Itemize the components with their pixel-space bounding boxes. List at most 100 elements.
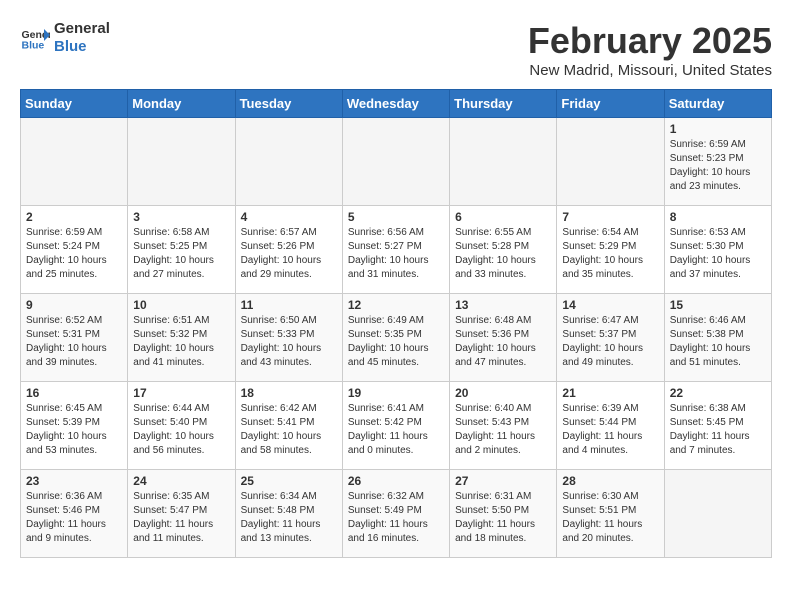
calendar-header-row: SundayMondayTuesdayWednesdayThursdayFrid…	[21, 90, 772, 118]
day-info: Sunrise: 6:52 AM Sunset: 5:31 PM Dayligh…	[26, 314, 122, 370]
calendar-day-cell	[342, 118, 449, 206]
day-number: 7	[562, 210, 658, 224]
day-number: 10	[133, 298, 229, 312]
calendar-day-cell: 28Sunrise: 6:30 AM Sunset: 5:51 PM Dayli…	[557, 470, 664, 558]
logo-text-blue: Blue	[54, 38, 110, 56]
day-number: 16	[26, 386, 122, 400]
day-info: Sunrise: 6:41 AM Sunset: 5:42 PM Dayligh…	[348, 402, 444, 458]
day-info: Sunrise: 6:44 AM Sunset: 5:40 PM Dayligh…	[133, 402, 229, 458]
calendar-day-cell: 2 Sunrise: 6:59 AM Sunset: 5:24 PM Daylig…	[21, 206, 128, 294]
day-of-week-header: Sunday	[21, 90, 128, 118]
day-info: Sunrise: 6:31 AM Sunset: 5:50 PM Dayligh…	[455, 490, 551, 546]
calendar-day-cell	[21, 118, 128, 206]
calendar-day-cell: 11 Sunrise: 6:50 AM Sunset: 5:33 PM Dayli…	[235, 294, 342, 382]
day-number: 15	[670, 298, 766, 312]
day-number: 25	[241, 474, 337, 488]
calendar-day-cell: 22 Sunrise: 6:38 AM Sunset: 5:45 PM Dayli…	[664, 382, 771, 470]
calendar-week-row: 9 Sunrise: 6:52 AM Sunset: 5:31 PM Daylig…	[21, 294, 772, 382]
calendar-day-cell	[450, 118, 557, 206]
day-number: 6	[455, 210, 551, 224]
calendar-day-cell: 10 Sunrise: 6:51 AM Sunset: 5:32 PM Dayli…	[128, 294, 235, 382]
calendar-day-cell	[557, 118, 664, 206]
day-info: Sunrise: 6:59 AM Sunset: 5:23 PM Dayligh…	[670, 138, 766, 194]
day-of-week-header: Thursday	[450, 90, 557, 118]
calendar-day-cell	[235, 118, 342, 206]
calendar-week-row: 1 Sunrise: 6:59 AM Sunset: 5:23 PM Daylig…	[21, 118, 772, 206]
day-info: Sunrise: 6:53 AM Sunset: 5:30 PM Dayligh…	[670, 226, 766, 282]
day-number: 19	[348, 386, 444, 400]
calendar-day-cell: 20 Sunrise: 6:40 AM Sunset: 5:43 PM Dayli…	[450, 382, 557, 470]
day-number: 2	[26, 210, 122, 224]
day-number: 11	[241, 298, 337, 312]
day-of-week-header: Friday	[557, 90, 664, 118]
calendar-day-cell: 13Sunrise: 6:48 AM Sunset: 5:36 PM Dayli…	[450, 294, 557, 382]
calendar-day-cell: 1 Sunrise: 6:59 AM Sunset: 5:23 PM Daylig…	[664, 118, 771, 206]
svg-text:Blue: Blue	[22, 40, 45, 52]
day-number: 3	[133, 210, 229, 224]
day-of-week-header: Saturday	[664, 90, 771, 118]
day-info: Sunrise: 6:56 AM Sunset: 5:27 PM Dayligh…	[348, 226, 444, 282]
day-number: 23	[26, 474, 122, 488]
day-of-week-header: Tuesday	[235, 90, 342, 118]
calendar-day-cell: 18Sunrise: 6:42 AM Sunset: 5:41 PM Dayli…	[235, 382, 342, 470]
day-number: 8	[670, 210, 766, 224]
day-info: Sunrise: 6:47 AM Sunset: 5:37 PM Dayligh…	[562, 314, 658, 370]
calendar-location: New Madrid, Missouri, United States	[528, 62, 772, 79]
calendar-day-cell: 4 Sunrise: 6:57 AM Sunset: 5:26 PM Daylig…	[235, 206, 342, 294]
calendar-day-cell: 14 Sunrise: 6:47 AM Sunset: 5:37 PM Dayli…	[557, 294, 664, 382]
calendar-table: SundayMondayTuesdayWednesdayThursdayFrid…	[20, 89, 772, 558]
day-number: 22	[670, 386, 766, 400]
calendar-week-row: 23Sunrise: 6:36 AM Sunset: 5:46 PM Dayli…	[21, 470, 772, 558]
day-info: Sunrise: 6:55 AM Sunset: 5:28 PM Dayligh…	[455, 226, 551, 282]
calendar-day-cell: 16 Sunrise: 6:45 AM Sunset: 5:39 PM Dayli…	[21, 382, 128, 470]
calendar-day-cell: 23Sunrise: 6:36 AM Sunset: 5:46 PM Dayli…	[21, 470, 128, 558]
calendar-day-cell: 6 Sunrise: 6:55 AM Sunset: 5:28 PM Daylig…	[450, 206, 557, 294]
day-info: Sunrise: 6:51 AM Sunset: 5:32 PM Dayligh…	[133, 314, 229, 370]
calendar-week-row: 16 Sunrise: 6:45 AM Sunset: 5:39 PM Dayli…	[21, 382, 772, 470]
day-info: Sunrise: 6:35 AM Sunset: 5:47 PM Dayligh…	[133, 490, 229, 546]
day-number: 17	[133, 386, 229, 400]
day-info: Sunrise: 6:46 AM Sunset: 5:38 PM Dayligh…	[670, 314, 766, 370]
logo-text-general: General	[54, 20, 110, 38]
day-info: Sunrise: 6:38 AM Sunset: 5:45 PM Dayligh…	[670, 402, 766, 458]
logo: General Blue General Blue	[20, 20, 110, 56]
day-number: 14	[562, 298, 658, 312]
day-number: 1	[670, 122, 766, 136]
day-number: 20	[455, 386, 551, 400]
calendar-day-cell	[128, 118, 235, 206]
day-info: Sunrise: 6:40 AM Sunset: 5:43 PM Dayligh…	[455, 402, 551, 458]
calendar-day-cell: 8 Sunrise: 6:53 AM Sunset: 5:30 PM Daylig…	[664, 206, 771, 294]
day-number: 26	[348, 474, 444, 488]
logo-icon: General Blue	[20, 23, 50, 53]
day-info: Sunrise: 6:57 AM Sunset: 5:26 PM Dayligh…	[241, 226, 337, 282]
day-info: Sunrise: 6:42 AM Sunset: 5:41 PM Dayligh…	[241, 402, 337, 458]
day-number: 27	[455, 474, 551, 488]
day-number: 13	[455, 298, 551, 312]
calendar-day-cell: 5 Sunrise: 6:56 AM Sunset: 5:27 PM Daylig…	[342, 206, 449, 294]
calendar-day-cell: 17 Sunrise: 6:44 AM Sunset: 5:40 PM Dayli…	[128, 382, 235, 470]
calendar-day-cell: 15 Sunrise: 6:46 AM Sunset: 5:38 PM Dayli…	[664, 294, 771, 382]
calendar-day-cell: 25Sunrise: 6:34 AM Sunset: 5:48 PM Dayli…	[235, 470, 342, 558]
title-block: February 2025 New Madrid, Missouri, Unit…	[528, 20, 772, 79]
calendar-day-cell: 7 Sunrise: 6:54 AM Sunset: 5:29 PM Daylig…	[557, 206, 664, 294]
day-of-week-header: Monday	[128, 90, 235, 118]
calendar-title: February 2025	[528, 20, 772, 62]
calendar-day-cell: 24 Sunrise: 6:35 AM Sunset: 5:47 PM Dayli…	[128, 470, 235, 558]
calendar-day-cell: 27 Sunrise: 6:31 AM Sunset: 5:50 PM Dayli…	[450, 470, 557, 558]
day-number: 28	[562, 474, 658, 488]
day-info: Sunrise: 6:39 AM Sunset: 5:44 PM Dayligh…	[562, 402, 658, 458]
day-info: Sunrise: 6:54 AM Sunset: 5:29 PM Dayligh…	[562, 226, 658, 282]
calendar-day-cell: 3 Sunrise: 6:58 AM Sunset: 5:25 PM Daylig…	[128, 206, 235, 294]
day-info: Sunrise: 6:59 AM Sunset: 5:24 PM Dayligh…	[26, 226, 122, 282]
day-number: 21	[562, 386, 658, 400]
day-number: 5	[348, 210, 444, 224]
day-number: 4	[241, 210, 337, 224]
day-info: Sunrise: 6:50 AM Sunset: 5:33 PM Dayligh…	[241, 314, 337, 370]
calendar-day-cell: 21 Sunrise: 6:39 AM Sunset: 5:44 PM Dayli…	[557, 382, 664, 470]
day-number: 24	[133, 474, 229, 488]
day-info: Sunrise: 6:58 AM Sunset: 5:25 PM Dayligh…	[133, 226, 229, 282]
calendar-day-cell: 9 Sunrise: 6:52 AM Sunset: 5:31 PM Daylig…	[21, 294, 128, 382]
day-number: 9	[26, 298, 122, 312]
day-info: Sunrise: 6:32 AM Sunset: 5:49 PM Dayligh…	[348, 490, 444, 546]
day-info: Sunrise: 6:45 AM Sunset: 5:39 PM Dayligh…	[26, 402, 122, 458]
